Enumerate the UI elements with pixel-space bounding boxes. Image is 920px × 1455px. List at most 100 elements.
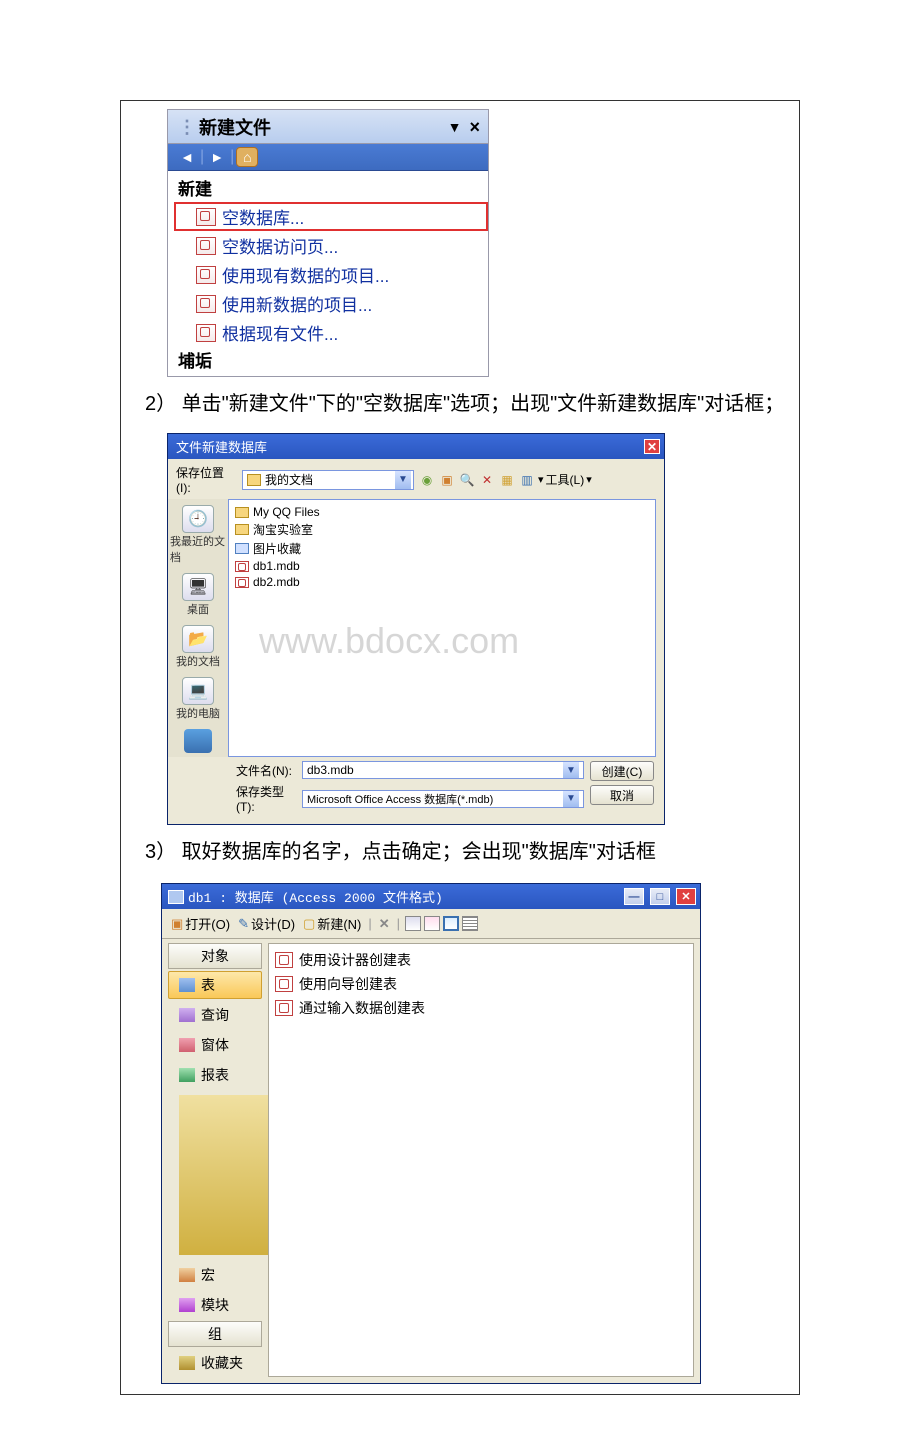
list-item-enterdata[interactable]: 通过输入数据创建表 (275, 996, 687, 1020)
shortcut-icon (275, 952, 293, 968)
design-button[interactable]: ✎ 设计(D) (235, 913, 298, 934)
form-icon (179, 1038, 195, 1052)
save-location-label: 保存位置(I): (176, 464, 238, 495)
search-icon[interactable]: 🔍 (458, 471, 476, 489)
view-small-icon[interactable] (424, 916, 440, 931)
new-icon: ▢ (303, 916, 315, 932)
nav-forward-icon[interactable]: ► (206, 147, 228, 167)
delete-icon[interactable]: ✕ (478, 471, 496, 489)
taskpane-body: 新建 空数据库... 空数据访问页... 使用现有数据的项目... 使用新数据的… (168, 171, 488, 376)
place-mydocs[interactable]: 📂 我的文档 (176, 625, 220, 669)
view-list-icon[interactable] (443, 916, 459, 931)
db-icon (235, 577, 249, 588)
maximize-button[interactable]: □ (650, 888, 670, 905)
mydocs-icon: 📂 (182, 625, 214, 653)
place-network[interactable] (184, 729, 212, 753)
obj-pages[interactable]: 页 (168, 1091, 262, 1259)
groups-header: 组 (168, 1321, 262, 1347)
table-list: 使用设计器创建表 使用向导创建表 通过输入数据创建表 (268, 943, 694, 1377)
filename-label: 文件名(N): (236, 762, 298, 779)
taskpane-item-new-project[interactable]: 使用新数据的项目... (174, 289, 488, 318)
design-icon: ✎ (238, 916, 249, 932)
delete-button[interactable]: ✕ (376, 915, 393, 933)
file-item[interactable]: 淘宝实验室 (235, 520, 649, 539)
minimize-button[interactable]: — (624, 888, 644, 905)
place-desktop[interactable]: 🖥 桌面 (182, 573, 214, 617)
up-icon[interactable]: ▣ (438, 471, 456, 489)
close-button[interactable]: ✕ (644, 439, 660, 454)
taskpane-titlebar: ⋮ 新建文件 ▼ × (168, 110, 488, 144)
recent-icon: 🕘 (182, 505, 214, 533)
obj-reports[interactable]: 报表 (168, 1061, 262, 1089)
objects-panel: 对象 表 查询 窗体 报表 页 宏 模块 组 收藏夹 (162, 939, 268, 1383)
taskpane-item-from-file[interactable]: 根据现有文件... (174, 318, 488, 347)
save-location-dropdown[interactable]: 我的文档 ▼ (242, 470, 414, 490)
view-details-icon[interactable] (462, 916, 478, 931)
new-button[interactable]: ▢ 新建(N) (300, 913, 364, 934)
taskpane-item-existing-project[interactable]: 使用现有数据的项目... (174, 260, 488, 289)
dialog-titlebar: 文件新建数据库 ✕ (168, 434, 664, 459)
chevron-down-icon: ▼ (563, 791, 579, 807)
taskpane-truncated: 埔垢 (174, 347, 488, 372)
report-icon (179, 1068, 195, 1082)
new-file-taskpane: ⋮ 新建文件 ▼ × ◄ | ► | ⌂ 新建 空数据库... (167, 109, 489, 377)
table-icon (179, 978, 195, 992)
taskpane-navbar: ◄ | ► | ⌂ (168, 144, 488, 171)
close-button[interactable]: ✕ (676, 888, 696, 905)
taskpane-item-blank-db[interactable]: 空数据库... (174, 202, 488, 231)
db-icon (196, 324, 216, 342)
folder-icon (235, 507, 249, 518)
back-icon[interactable]: ◉ (418, 471, 436, 489)
objects-header: 对象 (168, 943, 262, 969)
db-icon (196, 266, 216, 284)
obj-modules[interactable]: 模块 (168, 1291, 262, 1319)
save-location-value: 我的文档 (265, 471, 313, 488)
file-item[interactable]: 图片收藏 (235, 539, 649, 558)
file-item[interactable]: My QQ Files (235, 504, 649, 520)
obj-macros[interactable]: 宏 (168, 1261, 262, 1289)
query-icon (179, 1008, 195, 1022)
taskpane-item-blank-dap[interactable]: 空数据访问页... (174, 231, 488, 260)
views-icon[interactable]: ▥ (518, 471, 536, 489)
obj-queries[interactable]: 查询 (168, 1001, 262, 1029)
place-recent[interactable]: 🕘 我最近的文档 (170, 505, 226, 565)
db-icon (196, 295, 216, 313)
grip-icon: ⋮ (178, 117, 193, 138)
newfolder-icon[interactable]: ▦ (498, 471, 516, 489)
view-large-icon[interactable] (405, 916, 421, 931)
obj-favorites[interactable]: 收藏夹 (168, 1349, 262, 1377)
db-icon (196, 208, 216, 226)
file-item[interactable]: db1.mdb (235, 558, 649, 574)
nav-back-icon[interactable]: ◄ (176, 147, 198, 167)
nav-home-icon[interactable]: ⌂ (236, 147, 258, 167)
list-item-design[interactable]: 使用设计器创建表 (275, 948, 687, 972)
db-window-title: db1 : 数据库 (Access 2000 文件格式) (188, 887, 443, 906)
place-mycomputer[interactable]: 💻 我的电脑 (176, 677, 220, 721)
module-icon (179, 1298, 195, 1312)
cancel-button[interactable]: 取消 (590, 785, 654, 805)
filename-input[interactable]: db3.mdb ▼ (302, 761, 584, 779)
obj-tables[interactable]: 表 (168, 971, 262, 999)
file-item[interactable]: db2.mdb (235, 574, 649, 590)
tools-menu[interactable]: 工具(L) (546, 471, 585, 488)
chevron-down-icon: ▼ (395, 471, 411, 489)
close-icon[interactable]: × (469, 117, 480, 138)
db-titlebar: db1 : 数据库 (Access 2000 文件格式) — □ ✕ (162, 884, 700, 909)
mycomputer-icon: 💻 (182, 677, 214, 705)
favorites-icon (179, 1356, 195, 1370)
image-icon (235, 543, 249, 554)
step-3-text: 3） 取好数据库的名字，点击确定；会出现"数据库"对话框 (121, 825, 799, 875)
create-button[interactable]: 创建(C) (590, 761, 654, 781)
filetype-label: 保存类型(T): (236, 783, 298, 814)
network-icon (184, 729, 212, 753)
shortcut-icon (275, 976, 293, 992)
open-button[interactable]: ▣ 打开(O) (168, 913, 233, 934)
macro-icon (179, 1268, 195, 1282)
new-database-dialog: 文件新建数据库 ✕ 保存位置(I): 我的文档 ▼ ◉ ▣ 🔍 ✕ ▦ ▥ (167, 433, 665, 825)
filetype-select[interactable]: Microsoft Office Access 数据库(*.mdb) ▼ (302, 790, 584, 808)
obj-forms[interactable]: 窗体 (168, 1031, 262, 1059)
file-list[interactable]: My QQ Files 淘宝实验室 图片收藏 db1.mdb db2.mdb w… (228, 499, 656, 757)
dropdown-icon[interactable]: ▼ (448, 119, 462, 135)
db-icon (196, 237, 216, 255)
list-item-wizard[interactable]: 使用向导创建表 (275, 972, 687, 996)
